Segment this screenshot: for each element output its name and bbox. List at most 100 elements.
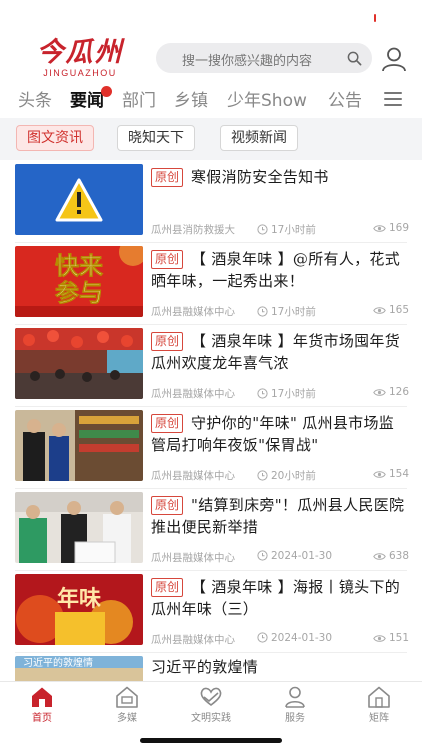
news-thumbnail xyxy=(15,328,143,399)
news-thumbnail xyxy=(15,164,143,235)
news-meta: 瓜州县融媒体中心 17小时前 126 xyxy=(151,386,409,400)
app-logo[interactable]: 今瓜州 JINGUAZHOU xyxy=(28,38,132,80)
news-source: 瓜州县融媒体中心 xyxy=(151,634,235,646)
news-item[interactable]: 快来 参与 原创 【 酒泉年味 】@所有人，花式晒年味，一起秀出来！ 瓜州县融媒… xyxy=(0,246,422,328)
clock-icon xyxy=(257,632,268,643)
tab-bumen[interactable]: 部门 xyxy=(122,86,156,111)
divider xyxy=(15,324,407,325)
news-views: 169 xyxy=(373,222,409,234)
subtab-tuwen[interactable]: 图文资讯 xyxy=(16,125,94,151)
search-placeholder: 搜一搜你感兴趣的内容 xyxy=(182,54,313,69)
news-views: 165 xyxy=(373,304,409,316)
news-views: 151 xyxy=(373,632,409,644)
news-title: 【 酒泉年味 】@所有人，花式晒年味，一起秀出来！ xyxy=(151,250,401,290)
channel-tabs: 头条 要闻 部门 乡镇 少年Show 公告 xyxy=(0,84,422,114)
clock-icon xyxy=(257,470,268,481)
unread-dot xyxy=(101,86,112,97)
tab-gonggao[interactable]: 公告 xyxy=(328,86,362,111)
nav-wenming[interactable]: 文明实践 xyxy=(181,686,241,724)
nav-label: 文明实践 xyxy=(191,713,231,724)
news-meta: 瓜州县融媒体中心 20小时前 154 xyxy=(151,468,409,482)
svg-text:参与: 参与 xyxy=(55,279,103,307)
menu-icon[interactable] xyxy=(384,92,402,106)
news-title: 寒假消防安全告知书 xyxy=(191,168,329,186)
news-item[interactable]: 原创 寒假消防安全告知书 瓜州县消防救援大 17小时前 169 xyxy=(0,164,422,246)
eye-icon xyxy=(373,389,386,396)
sub-tabs: 图文资讯 晓知天下 视频新闻 xyxy=(0,118,422,160)
tab-toutiao[interactable]: 头条 xyxy=(18,86,52,111)
service-icon xyxy=(285,686,305,708)
logo-subtext: JINGUAZHOU xyxy=(43,68,117,78)
recording-indicator xyxy=(374,14,376,22)
news-title: 【 酒泉年味 】年货市场囤年货 瓜州欢度龙年喜气浓 xyxy=(151,332,401,372)
svg-text:年味: 年味 xyxy=(57,586,101,612)
news-thumbnail: 习近平的敦煌情 xyxy=(15,656,143,682)
nav-label: 首页 xyxy=(32,713,52,724)
nav-fuwu[interactable]: 服务 xyxy=(265,686,325,724)
home-indicator[interactable] xyxy=(140,738,282,743)
news-source: 瓜州县融媒体中心 xyxy=(151,470,235,482)
app-header: 今瓜州 JINGUAZHOU 搜一搜你感兴趣的内容 xyxy=(0,34,422,82)
news-time: 17小时前 xyxy=(257,386,316,401)
news-source: 瓜州县融媒体中心 xyxy=(151,552,235,564)
news-time: 17小时前 xyxy=(257,222,316,237)
divider xyxy=(15,242,407,243)
nav-label: 矩阵 xyxy=(369,713,389,724)
news-item[interactable]: 原创 "结算到床旁"！瓜州县人民医院推出便民新举措 瓜州县融媒体中心 2024-… xyxy=(0,492,422,574)
matrix-house-icon xyxy=(368,686,390,708)
home-icon xyxy=(32,687,52,707)
nav-label: 多媒 xyxy=(117,713,137,724)
clock-icon xyxy=(257,224,268,235)
nav-label: 服务 xyxy=(285,713,305,724)
eye-icon xyxy=(373,553,386,560)
news-title: 【 酒泉年味 】海报丨镜头下的瓜州年味（三） xyxy=(151,578,401,618)
clock-icon xyxy=(257,306,268,317)
news-meta: 瓜州县融媒体中心 2024-01-30 151 xyxy=(151,632,409,646)
news-source: 瓜州县融媒体中心 xyxy=(151,388,235,400)
search-bar[interactable]: 搜一搜你感兴趣的内容 xyxy=(156,43,372,73)
news-item[interactable]: 原创 守护你的"年味" 瓜州县市场监管局打响年夜饭"保胃战" 瓜州县融媒体中心 … xyxy=(0,410,422,492)
news-views: 126 xyxy=(373,386,409,398)
subtab-shipin[interactable]: 视频新闻 xyxy=(220,125,298,151)
news-item[interactable]: 原创 【 酒泉年味 】年货市场囤年货 瓜州欢度龙年喜气浓 瓜州县融媒体中心 17… xyxy=(0,328,422,410)
eye-icon xyxy=(373,225,386,232)
divider xyxy=(15,570,407,571)
news-meta: 瓜州县融媒体中心 17小时前 165 xyxy=(151,304,409,318)
divider xyxy=(15,406,407,407)
news-thumbnail: 快来 参与 xyxy=(15,246,143,317)
news-meta: 瓜州县融媒体中心 2024-01-30 638 xyxy=(151,550,409,564)
nav-home[interactable]: 首页 xyxy=(12,686,72,724)
search-icon[interactable] xyxy=(347,51,362,66)
news-views: 638 xyxy=(373,550,409,562)
svg-text:快来: 快来 xyxy=(55,252,104,280)
divider xyxy=(15,652,407,653)
news-item[interactable]: 习近平的敦煌情 习近平的敦煌情 xyxy=(0,656,422,682)
news-title: 守护你的"年味" 瓜州县市场监管局打响年夜饭"保胃战" xyxy=(151,414,395,454)
svg-text:习近平的敦煌情: 习近平的敦煌情 xyxy=(23,656,93,669)
news-time: 20小时前 xyxy=(257,468,316,483)
news-meta: 瓜州县消防救援大 17小时前 169 xyxy=(151,222,409,236)
news-time: 2024-01-30 xyxy=(257,632,332,644)
news-thumbnail: 年味 xyxy=(15,574,143,645)
nav-juzhen[interactable]: 矩阵 xyxy=(349,686,409,724)
eye-icon xyxy=(373,471,386,478)
news-thumbnail xyxy=(15,410,143,481)
user-profile-icon[interactable] xyxy=(381,46,407,72)
nav-duomei[interactable]: 多媒 xyxy=(97,686,157,724)
logo-text: 今瓜州 xyxy=(36,37,124,68)
divider xyxy=(15,488,407,489)
clock-icon xyxy=(257,388,268,399)
subtab-xiaozhi[interactable]: 晓知天下 xyxy=(117,125,195,151)
news-title: "结算到床旁"！瓜州县人民医院推出便民新举措 xyxy=(151,496,405,536)
status-bar xyxy=(0,0,422,34)
tab-yaowen[interactable]: 要闻 xyxy=(70,86,104,111)
news-item[interactable]: 年味 原创 【 酒泉年味 】海报丨镜头下的瓜州年味（三） 瓜州县融媒体中心 20… xyxy=(0,574,422,656)
tab-shaonian-show[interactable]: 少年Show xyxy=(227,86,307,111)
news-views: 154 xyxy=(373,468,409,480)
clock-icon xyxy=(257,550,268,561)
media-house-icon xyxy=(116,686,138,708)
news-time: 17小时前 xyxy=(257,304,316,319)
tab-xiangzhen[interactable]: 乡镇 xyxy=(174,86,208,111)
heart-hands-icon xyxy=(200,687,222,707)
news-source: 瓜州县消防救援大 xyxy=(151,224,235,236)
